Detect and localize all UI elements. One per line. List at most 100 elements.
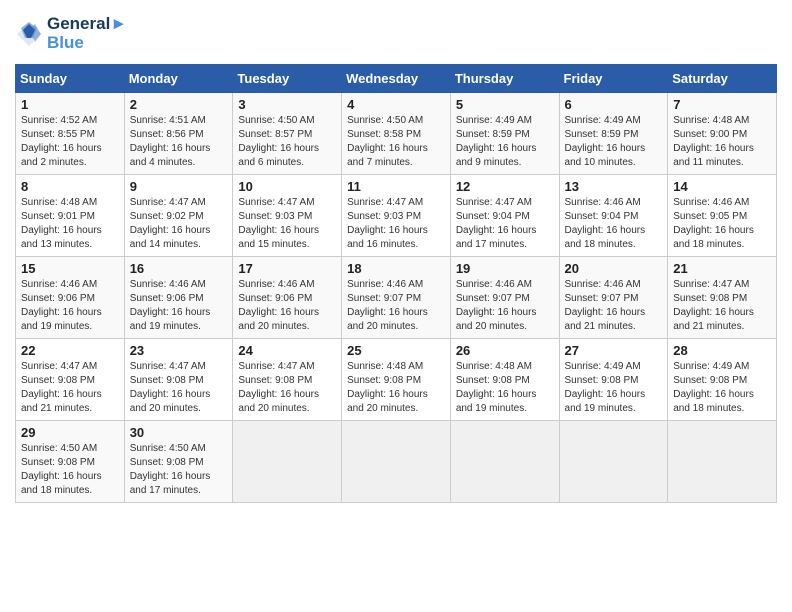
calendar-cell: 3 Sunrise: 4:50 AM Sunset: 8:57 PM Daylig…: [233, 93, 342, 175]
calendar-cell: 20 Sunrise: 4:46 AM Sunset: 9:07 PM Dayli…: [559, 257, 668, 339]
calendar-cell: 15 Sunrise: 4:46 AM Sunset: 9:06 PM Dayli…: [16, 257, 125, 339]
day-info: Sunrise: 4:47 AM Sunset: 9:08 PM Dayligh…: [130, 360, 228, 416]
calendar-table: SundayMondayTuesdayWednesdayThursdayFrid…: [15, 64, 777, 503]
day-info: Sunrise: 4:49 AM Sunset: 8:59 PM Dayligh…: [456, 114, 554, 170]
calendar-cell: 1 Sunrise: 4:52 AM Sunset: 8:55 PM Daylig…: [16, 93, 125, 175]
calendar-cell: 30 Sunrise: 4:50 AM Sunset: 9:08 PM Dayli…: [124, 421, 233, 503]
calendar-cell: 17 Sunrise: 4:46 AM Sunset: 9:06 PM Dayli…: [233, 257, 342, 339]
day-number: 9: [130, 179, 228, 194]
calendar-cell: 21Sunrise: 4:47 AM Sunset: 9:08 PM Dayli…: [668, 257, 777, 339]
calendar-cell: 28 Sunrise: 4:49 AM Sunset: 9:08 PM Dayli…: [668, 339, 777, 421]
day-number: 3: [238, 97, 336, 112]
day-number: 21: [673, 261, 771, 276]
day-info: Sunrise: 4:50 AM Sunset: 8:58 PM Dayligh…: [347, 114, 445, 170]
calendar-cell: 24 Sunrise: 4:47 AM Sunset: 9:08 PM Dayli…: [233, 339, 342, 421]
day-number: 1: [21, 97, 119, 112]
calendar-cell: 13 Sunrise: 4:46 AM Sunset: 9:04 PM Dayli…: [559, 175, 668, 257]
day-info: Sunrise: 4:48 AM Sunset: 9:00 PM Dayligh…: [673, 114, 771, 170]
calendar-row-1: 1 Sunrise: 4:52 AM Sunset: 8:55 PM Daylig…: [16, 93, 777, 175]
day-number: 24: [238, 343, 336, 358]
day-info: Sunrise: 4:46 AM Sunset: 9:07 PM Dayligh…: [456, 278, 554, 334]
day-info: Sunrise: 4:47 AM Sunset: 9:03 PM Dayligh…: [347, 196, 445, 252]
day-info: Sunrise: 4:49 AM Sunset: 9:08 PM Dayligh…: [673, 360, 771, 416]
day-number: 4: [347, 97, 445, 112]
calendar-cell: 23 Sunrise: 4:47 AM Sunset: 9:08 PM Dayli…: [124, 339, 233, 421]
day-header-friday: Friday: [559, 65, 668, 93]
calendar-cell: 16 Sunrise: 4:46 AM Sunset: 9:06 PM Dayli…: [124, 257, 233, 339]
day-number: 14: [673, 179, 771, 194]
day-info: Sunrise: 4:48 AM Sunset: 9:01 PM Dayligh…: [21, 196, 119, 252]
days-header-row: SundayMondayTuesdayWednesdayThursdayFrid…: [16, 65, 777, 93]
calendar-cell: 19Sunrise: 4:46 AM Sunset: 9:07 PM Dayli…: [450, 257, 559, 339]
day-info: Sunrise: 4:47 AM Sunset: 9:04 PM Dayligh…: [456, 196, 554, 252]
calendar-cell: 6 Sunrise: 4:49 AM Sunset: 8:59 PM Daylig…: [559, 93, 668, 175]
calendar-cell: 18 Sunrise: 4:46 AM Sunset: 9:07 PM Dayli…: [342, 257, 451, 339]
calendar-cell: [233, 421, 342, 503]
day-info: Sunrise: 4:51 AM Sunset: 8:56 PM Dayligh…: [130, 114, 228, 170]
day-number: 11: [347, 179, 445, 194]
calendar-cell: 14 Sunrise: 4:46 AM Sunset: 9:05 PM Dayli…: [668, 175, 777, 257]
day-info: Sunrise: 4:50 AM Sunset: 8:57 PM Dayligh…: [238, 114, 336, 170]
day-info: Sunrise: 4:46 AM Sunset: 9:05 PM Dayligh…: [673, 196, 771, 252]
calendar-cell: 22 Sunrise: 4:47 AM Sunset: 9:08 PM Dayli…: [16, 339, 125, 421]
header: General►Blue: [15, 15, 777, 52]
day-info: Sunrise: 4:49 AM Sunset: 9:08 PM Dayligh…: [565, 360, 663, 416]
day-number: 2: [130, 97, 228, 112]
day-number: 7: [673, 97, 771, 112]
day-number: 15: [21, 261, 119, 276]
day-info: Sunrise: 4:47 AM Sunset: 9:08 PM Dayligh…: [238, 360, 336, 416]
day-info: Sunrise: 4:49 AM Sunset: 8:59 PM Dayligh…: [565, 114, 663, 170]
day-info: Sunrise: 4:46 AM Sunset: 9:07 PM Dayligh…: [347, 278, 445, 334]
day-info: Sunrise: 4:46 AM Sunset: 9:07 PM Dayligh…: [565, 278, 663, 334]
day-number: 17: [238, 261, 336, 276]
calendar-cell: 2 Sunrise: 4:51 AM Sunset: 8:56 PM Daylig…: [124, 93, 233, 175]
day-info: Sunrise: 4:47 AM Sunset: 9:03 PM Dayligh…: [238, 196, 336, 252]
day-info: Sunrise: 4:46 AM Sunset: 9:06 PM Dayligh…: [130, 278, 228, 334]
day-number: 23: [130, 343, 228, 358]
calendar-cell: 5 Sunrise: 4:49 AM Sunset: 8:59 PM Daylig…: [450, 93, 559, 175]
day-number: 18: [347, 261, 445, 276]
day-header-saturday: Saturday: [668, 65, 777, 93]
day-number: 27: [565, 343, 663, 358]
day-info: Sunrise: 4:46 AM Sunset: 9:06 PM Dayligh…: [238, 278, 336, 334]
day-info: Sunrise: 4:46 AM Sunset: 9:06 PM Dayligh…: [21, 278, 119, 334]
day-number: 6: [565, 97, 663, 112]
day-info: Sunrise: 4:48 AM Sunset: 9:08 PM Dayligh…: [347, 360, 445, 416]
day-number: 16: [130, 261, 228, 276]
day-number: 5: [456, 97, 554, 112]
calendar-cell: 4 Sunrise: 4:50 AM Sunset: 8:58 PM Daylig…: [342, 93, 451, 175]
day-number: 26: [456, 343, 554, 358]
day-info: Sunrise: 4:46 AM Sunset: 9:04 PM Dayligh…: [565, 196, 663, 252]
day-header-wednesday: Wednesday: [342, 65, 451, 93]
day-number: 12: [456, 179, 554, 194]
day-info: Sunrise: 4:48 AM Sunset: 9:08 PM Dayligh…: [456, 360, 554, 416]
day-header-monday: Monday: [124, 65, 233, 93]
day-info: Sunrise: 4:47 AM Sunset: 9:02 PM Dayligh…: [130, 196, 228, 252]
calendar-cell: 26 Sunrise: 4:48 AM Sunset: 9:08 PM Dayli…: [450, 339, 559, 421]
calendar-row-4: 22 Sunrise: 4:47 AM Sunset: 9:08 PM Dayli…: [16, 339, 777, 421]
day-number: 8: [21, 179, 119, 194]
calendar-cell: 10 Sunrise: 4:47 AM Sunset: 9:03 PM Dayli…: [233, 175, 342, 257]
day-number: 25: [347, 343, 445, 358]
day-number: 22: [21, 343, 119, 358]
calendar-row-3: 15 Sunrise: 4:46 AM Sunset: 9:06 PM Dayli…: [16, 257, 777, 339]
day-header-thursday: Thursday: [450, 65, 559, 93]
calendar-cell: [450, 421, 559, 503]
day-number: 13: [565, 179, 663, 194]
calendar-cell: 11 Sunrise: 4:47 AM Sunset: 9:03 PM Dayli…: [342, 175, 451, 257]
calendar-cell: 8 Sunrise: 4:48 AM Sunset: 9:01 PM Daylig…: [16, 175, 125, 257]
calendar-cell: [559, 421, 668, 503]
day-number: 28: [673, 343, 771, 358]
calendar-cell: 7 Sunrise: 4:48 AM Sunset: 9:00 PM Daylig…: [668, 93, 777, 175]
day-info: Sunrise: 4:50 AM Sunset: 9:08 PM Dayligh…: [130, 442, 228, 498]
day-number: 29: [21, 425, 119, 440]
logo-text: General►Blue: [47, 15, 127, 52]
calendar-cell: 12 Sunrise: 4:47 AM Sunset: 9:04 PM Dayli…: [450, 175, 559, 257]
calendar-cell: 27 Sunrise: 4:49 AM Sunset: 9:08 PM Dayli…: [559, 339, 668, 421]
day-number: 10: [238, 179, 336, 194]
logo: General►Blue: [15, 15, 127, 52]
day-info: Sunrise: 4:52 AM Sunset: 8:55 PM Dayligh…: [21, 114, 119, 170]
day-number: 30: [130, 425, 228, 440]
day-info: Sunrise: 4:47 AM Sunset: 9:08 PM Dayligh…: [21, 360, 119, 416]
day-number: 20: [565, 261, 663, 276]
